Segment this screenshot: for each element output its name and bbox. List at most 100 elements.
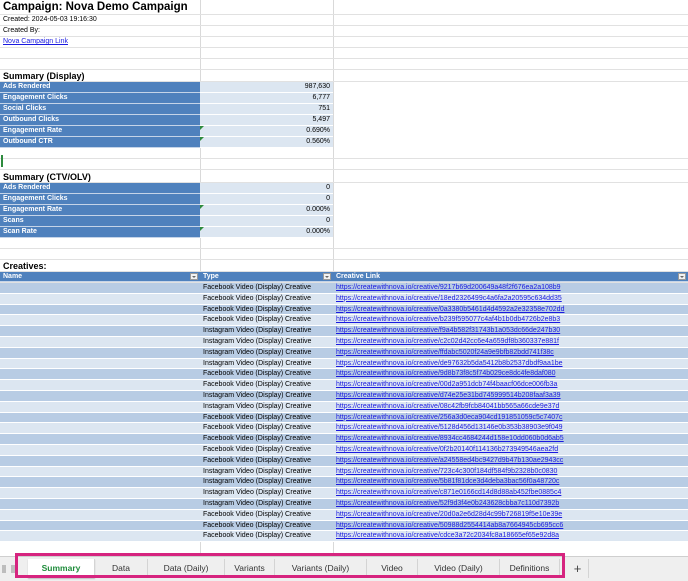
creative-link[interactable]: https://createwithnova.io/creative/f9a4b… bbox=[333, 326, 688, 336]
creative-name-cell[interactable] bbox=[0, 467, 200, 477]
summary-label[interactable]: Outbound Clicks bbox=[0, 115, 200, 126]
creative-name-cell[interactable] bbox=[0, 423, 200, 433]
summary-value[interactable]: 0.560% bbox=[200, 137, 333, 148]
creative-name-cell[interactable] bbox=[0, 369, 200, 379]
sheet-tab[interactable]: Variants (Daily) bbox=[275, 559, 367, 578]
scroll-tabs-left-icon[interactable] bbox=[2, 565, 6, 573]
creative-link[interactable]: https://createwithnova.io/creative/a2455… bbox=[333, 456, 688, 466]
sheet-tab[interactable]: Variants bbox=[225, 559, 275, 578]
creative-type-cell[interactable]: Instagram Video (Display) Creative bbox=[200, 488, 333, 498]
creative-name-cell[interactable] bbox=[0, 499, 200, 509]
creative-type-cell[interactable]: Facebook Video (Display) Creative bbox=[200, 380, 333, 390]
creative-type-cell[interactable]: Facebook Video (Display) Creative bbox=[200, 283, 333, 293]
summary-label[interactable]: Scan Rate bbox=[0, 227, 200, 238]
add-sheet-button[interactable]: + bbox=[567, 559, 589, 578]
creative-name-cell[interactable] bbox=[0, 488, 200, 498]
creative-type-cell[interactable]: Facebook Video (Display) Creative bbox=[200, 434, 333, 444]
summary-value[interactable]: 0.690% bbox=[200, 126, 333, 137]
summary-value[interactable]: 0 bbox=[200, 194, 333, 205]
summary-value[interactable]: 6,777 bbox=[200, 93, 333, 104]
sheet-tab[interactable]: Data bbox=[95, 559, 148, 578]
creative-link[interactable]: https://createwithnova.io/creative/20d0a… bbox=[333, 510, 688, 520]
creative-name-cell[interactable] bbox=[0, 391, 200, 401]
creative-link[interactable]: https://createwithnova.io/creative/de976… bbox=[333, 359, 688, 369]
creative-type-cell[interactable]: Facebook Video (Display) Creative bbox=[200, 456, 333, 466]
creative-name-cell[interactable] bbox=[0, 326, 200, 336]
creative-type-cell[interactable]: Instagram Video (Display) Creative bbox=[200, 359, 333, 369]
sheet-tab[interactable]: Summary bbox=[28, 559, 95, 578]
creative-link[interactable]: https://createwithnova.io/creative/0a338… bbox=[333, 305, 688, 315]
sheet-tab[interactable]: Video (Daily) bbox=[418, 559, 500, 578]
summary-label[interactable]: Social Clicks bbox=[0, 104, 200, 115]
summary-value[interactable]: 0.000% bbox=[200, 205, 333, 216]
summary-label[interactable]: Engagement Clicks bbox=[0, 93, 200, 104]
creative-type-cell[interactable]: Facebook Video (Display) Creative bbox=[200, 294, 333, 304]
creative-type-cell[interactable]: Facebook Video (Display) Creative bbox=[200, 510, 333, 520]
creative-type-cell[interactable]: Instagram Video (Display) Creative bbox=[200, 499, 333, 509]
creative-link[interactable]: https://createwithnova.io/creative/9d8b7… bbox=[333, 369, 688, 379]
creative-link[interactable]: https://createwithnova.io/creative/b239f… bbox=[333, 315, 688, 325]
creative-link[interactable]: https://createwithnova.io/creative/723c4… bbox=[333, 467, 688, 477]
scroll-tabs-right-icon[interactable] bbox=[11, 565, 15, 573]
creative-link[interactable]: https://createwithnova.io/creative/9217b… bbox=[333, 283, 688, 293]
creative-name-cell[interactable] bbox=[0, 348, 200, 358]
creative-type-cell[interactable]: Facebook Video (Display) Creative bbox=[200, 413, 333, 423]
creative-name-cell[interactable] bbox=[0, 445, 200, 455]
summary-label[interactable]: Engagement Rate bbox=[0, 126, 200, 137]
creative-type-cell[interactable]: Instagram Video (Display) Creative bbox=[200, 467, 333, 477]
spreadsheet-grid[interactable]: Campaign: Nova Demo Campaign Created: 20… bbox=[0, 0, 688, 556]
summary-label[interactable]: Engagement Clicks bbox=[0, 194, 200, 205]
creative-link[interactable]: https://createwithnova.io/creative/cdce3… bbox=[333, 531, 688, 541]
creative-name-cell[interactable] bbox=[0, 413, 200, 423]
filter-dropdown-icon[interactable] bbox=[678, 273, 686, 280]
summary-label[interactable]: Engagement Rate bbox=[0, 205, 200, 216]
creative-name-cell[interactable] bbox=[0, 283, 200, 293]
summary-label[interactable]: Ads Rendered bbox=[0, 82, 200, 93]
summary-value[interactable]: 5,497 bbox=[200, 115, 333, 126]
creative-link[interactable]: https://createwithnova.io/creative/ffdab… bbox=[333, 348, 688, 358]
filter-dropdown-icon[interactable] bbox=[323, 273, 331, 280]
summary-value[interactable]: 987,630 bbox=[200, 82, 333, 93]
creative-type-cell[interactable]: Instagram Video (Display) Creative bbox=[200, 391, 333, 401]
creative-type-cell[interactable]: Instagram Video (Display) Creative bbox=[200, 348, 333, 358]
sheet-tab[interactable]: Video bbox=[367, 559, 418, 578]
summary-label[interactable]: Ads Rendered bbox=[0, 183, 200, 194]
summary-value[interactable]: 0.000% bbox=[200, 227, 333, 238]
summary-value[interactable]: 0 bbox=[200, 216, 333, 227]
creative-name-cell[interactable] bbox=[0, 521, 200, 531]
creative-link[interactable]: https://createwithnova.io/creative/c2c02… bbox=[333, 337, 688, 347]
filter-dropdown-icon[interactable] bbox=[190, 273, 198, 280]
creative-link[interactable]: https://createwithnova.io/creative/0f2b2… bbox=[333, 445, 688, 455]
creative-type-cell[interactable]: Facebook Video (Display) Creative bbox=[200, 531, 333, 541]
sheet-tab[interactable]: Definitions bbox=[500, 559, 560, 578]
creative-link[interactable]: https://createwithnova.io/creative/5b81f… bbox=[333, 477, 688, 487]
creative-name-cell[interactable] bbox=[0, 477, 200, 487]
creative-name-cell[interactable] bbox=[0, 359, 200, 369]
creative-name-cell[interactable] bbox=[0, 434, 200, 444]
creative-link[interactable]: https://createwithnova.io/creative/08c42… bbox=[333, 402, 688, 412]
creative-link[interactable]: https://createwithnova.io/creative/256a3… bbox=[333, 413, 688, 423]
creative-name-cell[interactable] bbox=[0, 380, 200, 390]
summary-value[interactable]: 751 bbox=[200, 104, 333, 115]
sheet-tab[interactable]: Data (Daily) bbox=[148, 559, 225, 578]
summary-value[interactable]: 0 bbox=[200, 183, 333, 194]
creative-type-cell[interactable]: Instagram Video (Display) Creative bbox=[200, 477, 333, 487]
creative-link[interactable]: https://createwithnova.io/creative/52f9d… bbox=[333, 499, 688, 509]
creative-link[interactable]: https://createwithnova.io/creative/00d2a… bbox=[333, 380, 688, 390]
creative-link[interactable]: https://createwithnova.io/creative/18ed2… bbox=[333, 294, 688, 304]
creative-name-cell[interactable] bbox=[0, 531, 200, 541]
creative-type-cell[interactable]: Facebook Video (Display) Creative bbox=[200, 445, 333, 455]
creative-name-cell[interactable] bbox=[0, 456, 200, 466]
creative-type-cell[interactable]: Facebook Video (Display) Creative bbox=[200, 423, 333, 433]
creative-type-cell[interactable]: Facebook Video (Display) Creative bbox=[200, 315, 333, 325]
creative-name-cell[interactable] bbox=[0, 294, 200, 304]
creative-name-cell[interactable] bbox=[0, 510, 200, 520]
creative-type-cell[interactable]: Instagram Video (Display) Creative bbox=[200, 402, 333, 412]
summary-label[interactable]: Outbound CTR bbox=[0, 137, 200, 148]
creative-link[interactable]: https://createwithnova.io/creative/5128d… bbox=[333, 423, 688, 433]
creative-type-cell[interactable]: Instagram Video (Display) Creative bbox=[200, 337, 333, 347]
summary-label[interactable]: Scans bbox=[0, 216, 200, 227]
creative-name-cell[interactable] bbox=[0, 337, 200, 347]
campaign-link[interactable]: Nova Campaign Link bbox=[0, 37, 200, 47]
creative-name-cell[interactable] bbox=[0, 402, 200, 412]
